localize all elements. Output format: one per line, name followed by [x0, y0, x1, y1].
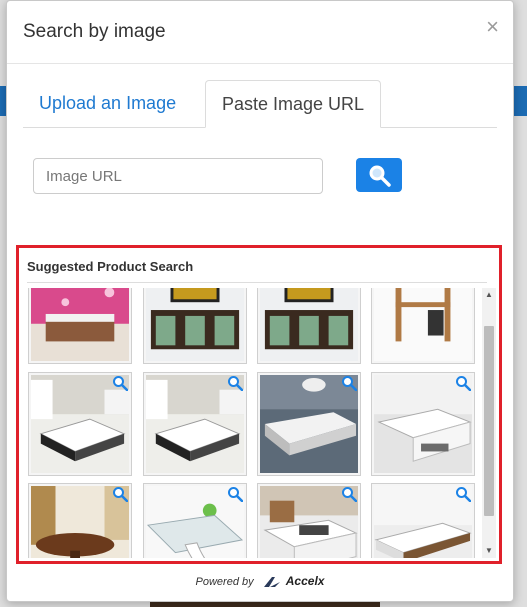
- search-by-image-modal: Search by image × Upload an Image Paste …: [6, 0, 514, 602]
- scrollbar-thumb[interactable]: [484, 326, 494, 516]
- product-thumbnail[interactable]: [143, 483, 247, 558]
- divider: [27, 282, 487, 283]
- image-url-input[interactable]: [33, 158, 323, 194]
- product-image: [31, 288, 129, 361]
- product-image: [146, 288, 244, 361]
- powered-by-footer: Powered by Accelx: [7, 574, 513, 588]
- product-thumbnail[interactable]: [371, 483, 475, 558]
- suggested-product-panel: Suggested Product Search ▲ ▼: [16, 245, 502, 564]
- product-thumbnail[interactable]: [257, 372, 361, 476]
- scroll-up-arrow-icon[interactable]: ▲: [482, 288, 496, 302]
- magnifier-icon[interactable]: [227, 375, 244, 396]
- product-thumbnail[interactable]: [371, 288, 475, 364]
- tab-bar: Upload an Image Paste Image URL: [23, 80, 497, 128]
- magnifier-icon[interactable]: [455, 486, 472, 507]
- powered-by-label: Powered by: [195, 576, 254, 588]
- product-image: [260, 288, 358, 361]
- product-thumbnail[interactable]: [257, 288, 361, 364]
- magnifier-icon[interactable]: [112, 375, 129, 396]
- close-button[interactable]: ×: [486, 16, 499, 38]
- product-thumbnail[interactable]: [28, 372, 132, 476]
- product-thumbnail[interactable]: [28, 483, 132, 558]
- product-grid-viewport: [28, 288, 481, 558]
- product-thumbnail[interactable]: [28, 288, 132, 364]
- modal-header: Search by image ×: [7, 1, 513, 64]
- suggested-title: Suggested Product Search: [27, 259, 194, 274]
- magnifier-icon[interactable]: [227, 486, 244, 507]
- tab-paste-image-url[interactable]: Paste Image URL: [205, 80, 382, 128]
- scroll-down-arrow-icon[interactable]: ▼: [482, 544, 496, 558]
- product-thumbnail[interactable]: [371, 372, 475, 476]
- search-icon: [369, 165, 391, 187]
- product-thumbnail[interactable]: [257, 483, 361, 558]
- magnifier-icon[interactable]: [341, 486, 358, 507]
- product-thumbnail[interactable]: [143, 372, 247, 476]
- tab-upload-image[interactable]: Upload an Image: [23, 80, 192, 127]
- search-button[interactable]: [356, 158, 402, 192]
- modal-title: Search by image: [23, 21, 166, 42]
- product-thumbnail[interactable]: [143, 288, 247, 364]
- product-image: [374, 288, 472, 361]
- magnifier-icon[interactable]: [455, 375, 472, 396]
- accelx-logo-icon: [263, 577, 280, 588]
- brand-name: Accelx: [285, 574, 325, 588]
- magnifier-icon[interactable]: [112, 486, 129, 507]
- scrollbar[interactable]: ▲ ▼: [482, 288, 496, 558]
- magnifier-icon[interactable]: [341, 375, 358, 396]
